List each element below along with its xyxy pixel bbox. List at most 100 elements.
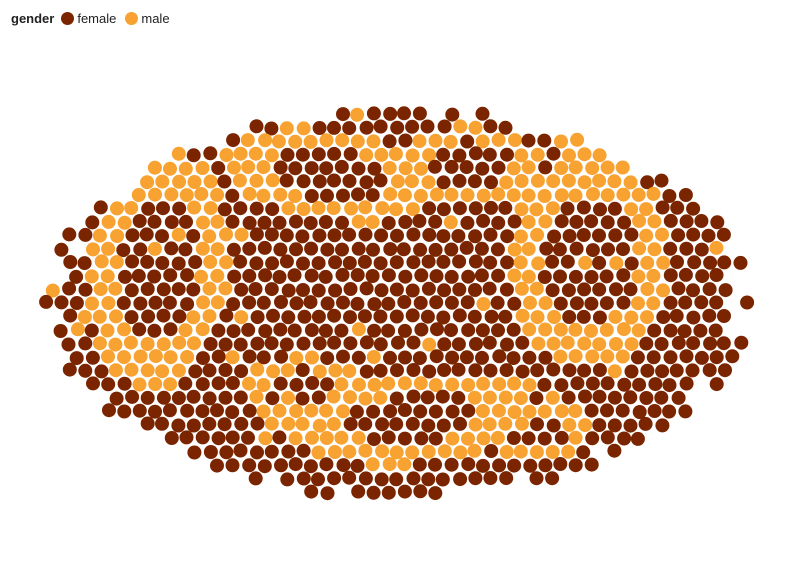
dot-female[interactable]	[266, 308, 280, 323]
dot-female[interactable]	[359, 175, 374, 190]
dot-male[interactable]	[546, 174, 561, 189]
dot-female[interactable]	[398, 350, 412, 365]
dot-male[interactable]	[171, 363, 186, 378]
dot-male[interactable]	[397, 376, 412, 391]
dot-female[interactable]	[406, 471, 421, 486]
dot-female[interactable]	[343, 147, 358, 161]
dot-female[interactable]	[663, 213, 678, 228]
dot-male[interactable]	[359, 148, 374, 163]
dot-male[interactable]	[631, 323, 646, 338]
dot-female[interactable]	[334, 323, 349, 338]
dot-male[interactable]	[513, 229, 528, 244]
dot-male[interactable]	[295, 416, 310, 431]
dot-female[interactable]	[250, 416, 265, 431]
dot-female[interactable]	[562, 363, 577, 378]
dot-male[interactable]	[195, 161, 210, 175]
dot-female[interactable]	[617, 215, 632, 230]
dot-male[interactable]	[460, 188, 475, 203]
dot-male[interactable]	[281, 416, 296, 431]
dot-male[interactable]	[568, 322, 583, 337]
dot-male[interactable]	[475, 404, 490, 418]
dot-female[interactable]	[671, 281, 686, 296]
dot-female[interactable]	[148, 295, 163, 310]
dot-male[interactable]	[498, 416, 513, 431]
dot-female[interactable]	[250, 310, 265, 325]
dot-female[interactable]	[406, 227, 421, 242]
dot-female[interactable]	[328, 283, 343, 298]
dot-female[interactable]	[295, 147, 310, 162]
dot-female[interactable]	[164, 431, 179, 445]
dot-male[interactable]	[312, 364, 327, 379]
dot-female[interactable]	[78, 227, 93, 242]
dot-female[interactable]	[460, 134, 475, 149]
dot-female[interactable]	[132, 322, 147, 337]
dot-female[interactable]	[351, 484, 366, 499]
dot-male[interactable]	[646, 296, 661, 311]
dot-female[interactable]	[607, 443, 622, 458]
dot-female[interactable]	[218, 390, 233, 405]
dot-female[interactable]	[133, 296, 148, 311]
dot-male[interactable]	[140, 337, 155, 351]
dot-female[interactable]	[155, 229, 169, 244]
dot-male[interactable]	[218, 281, 233, 296]
dot-male[interactable]	[256, 188, 271, 203]
dot-female[interactable]	[350, 458, 365, 473]
dot-female[interactable]	[475, 161, 490, 176]
dot-female[interactable]	[492, 349, 507, 364]
dot-female[interactable]	[359, 281, 374, 296]
dot-male[interactable]	[256, 378, 271, 392]
dot-female[interactable]	[389, 282, 404, 297]
dot-male[interactable]	[546, 336, 561, 351]
dot-male[interactable]	[202, 281, 217, 296]
dot-female[interactable]	[125, 228, 140, 243]
dot-male[interactable]	[194, 269, 208, 284]
dot-female[interactable]	[663, 241, 678, 256]
dot-male[interactable]	[133, 349, 148, 364]
dot-male[interactable]	[334, 377, 349, 392]
dot-female[interactable]	[381, 430, 396, 445]
dot-male[interactable]	[421, 175, 436, 190]
dot-female[interactable]	[617, 377, 632, 392]
dot-female[interactable]	[435, 472, 450, 487]
dot-female[interactable]	[507, 296, 522, 311]
dot-female[interactable]	[203, 337, 218, 351]
dot-female[interactable]	[62, 362, 77, 377]
dot-male[interactable]	[303, 134, 318, 149]
dot-male[interactable]	[640, 310, 654, 325]
dot-male[interactable]	[499, 445, 514, 459]
dot-male[interactable]	[514, 281, 529, 296]
dot-male[interactable]	[375, 444, 390, 459]
dot-male[interactable]	[311, 201, 326, 215]
dot-female[interactable]	[451, 362, 466, 377]
dot-female[interactable]	[616, 295, 631, 310]
dot-female[interactable]	[233, 254, 248, 269]
dot-female[interactable]	[335, 267, 350, 282]
dot-male[interactable]	[84, 269, 99, 284]
dot-male[interactable]	[531, 336, 546, 351]
dot-male[interactable]	[258, 133, 273, 148]
dot-male[interactable]	[585, 349, 600, 364]
dot-male[interactable]	[521, 188, 536, 203]
dot-female[interactable]	[383, 106, 398, 121]
dot-female[interactable]	[389, 417, 404, 432]
dot-female[interactable]	[171, 282, 186, 297]
dot-female[interactable]	[210, 458, 224, 473]
dot-male[interactable]	[273, 187, 288, 202]
dot-female[interactable]	[78, 363, 93, 378]
dot-female[interactable]	[336, 295, 350, 310]
dot-female[interactable]	[383, 404, 398, 419]
dot-female[interactable]	[678, 404, 693, 419]
dot-female[interactable]	[289, 214, 303, 229]
dot-male[interactable]	[110, 229, 125, 243]
dot-female[interactable]	[421, 254, 436, 269]
dot-male[interactable]	[530, 173, 545, 188]
dot-female[interactable]	[296, 283, 310, 297]
dot-female[interactable]	[381, 323, 396, 338]
dot-female[interactable]	[265, 391, 280, 406]
dot-female[interactable]	[375, 417, 390, 432]
dot-female[interactable]	[147, 323, 162, 338]
dot-female[interactable]	[156, 201, 170, 216]
dot-female[interactable]	[515, 335, 530, 350]
dot-male[interactable]	[248, 146, 263, 161]
dot-female[interactable]	[343, 310, 357, 325]
